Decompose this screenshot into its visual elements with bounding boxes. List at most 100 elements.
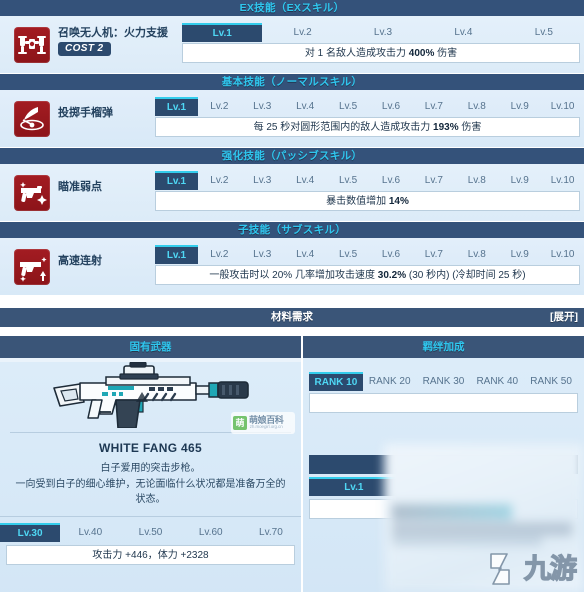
assault-rifle-art: 萌 萌娘百科 zh.moegirl.org.cn (0, 362, 301, 434)
level-tab-normal-lv-6[interactable]: Lv.6 (370, 97, 413, 116)
level-tab-sub-lv-2[interactable]: Lv.2 (198, 245, 241, 264)
bond-rank-tab-rank-50[interactable]: RANK 50 (524, 372, 578, 391)
bond-rank-tab-rank-40[interactable]: RANK 40 (470, 372, 524, 391)
bond-sub-level-tab-lv-1[interactable]: Lv.1 (309, 477, 399, 496)
level-tabs-passive[interactable]: Lv.1 Lv.2 Lv.3 Lv.4 Lv.5 Lv.6 Lv.7 Lv.8 Lv.9 Lv.1… (155, 171, 584, 190)
level-tab-sub-lv-8[interactable]: Lv.8 (455, 245, 498, 264)
skill-description-normal: 每 25 秒对圆形范围内的敌人造成攻击力 193% 伤害 (155, 117, 580, 137)
bond-rank-tabs[interactable]: RANK 10 RANK 20 RANK 30 RANK 40 RANK 50 (309, 372, 578, 391)
jiuyou-watermark: 九游 (485, 552, 578, 586)
skill-name-normal: 投掷手榴弹 (58, 107, 113, 119)
level-tab-passive-lv-7[interactable]: Lv.7 (412, 171, 455, 190)
bond-rank-tab-rank-10[interactable]: RANK 10 (309, 372, 363, 391)
material-requirement-title: 材料需求 (271, 311, 313, 323)
weapon-column-body: 萌 萌娘百科 zh.moegirl.org.cn WHITE FANG 465 … (0, 362, 301, 592)
level-tab-sub-lv-5[interactable]: Lv.5 (327, 245, 370, 264)
skill-description-sub: 一般攻击时以 20% 几率增加攻击速度 30.2% (30 秒内) (冷却时间 … (155, 265, 580, 285)
section-header-sub: 子技能（サブスキル） (0, 222, 584, 238)
level-tabs-ex[interactable]: Lv.1 Lv.2 Lv.3 Lv.4 Lv.5 (182, 23, 584, 42)
skill-row-sub: 高速连射 Lv.1 Lv.2 Lv.3 Lv.4 Lv.5 Lv.6 Lv.7 Lv.8 Lv.… (0, 238, 584, 296)
bond-rank-tab-rank-20[interactable]: RANK 20 (363, 372, 417, 391)
level-tab-sub-lv-9[interactable]: Lv.9 (498, 245, 541, 264)
skill-name-passive: 瞄准弱点 (58, 181, 102, 193)
level-tab-ex-lv-5[interactable]: Lv.5 (504, 23, 584, 42)
bond-rank-description (309, 393, 578, 413)
section-header-passive: 强化技能（パッシブスキル） (0, 148, 584, 164)
weapon-column-header: 固有武器 (0, 336, 301, 358)
skill-row-passive: 瞄准弱点 Lv.1 Lv.2 Lv.3 Lv.4 Lv.5 Lv.6 Lv.7 Lv.8 Lv.… (0, 164, 584, 222)
bond-sub-level-tab-lv-3[interactable]: Lv.3 (488, 477, 578, 496)
weapon-column: 固有武器 萌 萌娘百科 zh.moegirl.org.cn WHITE FANG… (0, 336, 303, 592)
drone-icon (14, 27, 50, 63)
weapon-subtitle: 白子爱用的突击步枪。 (100, 463, 201, 474)
skill-description-ex: 对 1 名敌人造成攻击力 400% 伤害 (182, 43, 580, 63)
grenade-throw-icon (14, 101, 50, 137)
expand-toggle[interactable]: [展开] (550, 308, 578, 327)
jiuyou-logo-icon (490, 553, 510, 585)
moegirl-watermark: 萌 萌娘百科 zh.moegirl.org.cn (231, 412, 295, 434)
level-tabs-normal[interactable]: Lv.1 Lv.2 Lv.3 Lv.4 Lv.5 Lv.6 Lv.7 Lv.8 Lv.9 Lv.1… (155, 97, 584, 116)
level-tab-normal-lv-5[interactable]: Lv.5 (327, 97, 370, 116)
level-tab-passive-lv-4[interactable]: Lv.4 (284, 171, 327, 190)
bond-rank-row: RANK 10 RANK 20 RANK 30 RANK 40 RANK 50 (303, 358, 584, 413)
section-header-normal: 基本技能（ノーマルスキル） (0, 74, 584, 90)
skill-cost-badge: COST 2 (58, 42, 111, 56)
level-tab-normal-lv-2[interactable]: Lv.2 (198, 97, 241, 116)
level-tab-sub-lv-3[interactable]: Lv.3 (241, 245, 284, 264)
level-tab-sub-lv-7[interactable]: Lv.7 (412, 245, 455, 264)
bond-rank-tab-rank-30[interactable]: RANK 30 (417, 372, 471, 391)
level-tab-passive-lv-2[interactable]: Lv.2 (198, 171, 241, 190)
pistol-aim-icon (14, 175, 50, 211)
level-tab-passive-lv-5[interactable]: Lv.5 (327, 171, 370, 190)
weapon-name: WHITE FANG 465 (99, 441, 202, 455)
level-tab-ex-lv-1[interactable]: Lv.1 (182, 23, 263, 42)
material-requirement-bar[interactable]: 材料需求 [展开] (0, 308, 584, 327)
level-tab-sub-lv-10[interactable]: Lv.10 (541, 245, 584, 264)
skill-panel-page: EX技能（EXスキル） 召唤无人机：火力支援 COST 2 Lv.1 Lv.2 … (0, 0, 584, 592)
level-tab-normal-lv-7[interactable]: Lv.7 (412, 97, 455, 116)
level-tabs-sub[interactable]: Lv.1 Lv.2 Lv.3 Lv.4 Lv.5 Lv.6 Lv.7 Lv.8 Lv.9 Lv.1… (155, 245, 584, 264)
jiuyou-text: 九游 (523, 553, 577, 584)
level-tab-normal-lv-3[interactable]: Lv.3 (241, 97, 284, 116)
spacer-2 (0, 327, 584, 336)
level-tab-passive-lv-6[interactable]: Lv.6 (370, 171, 413, 190)
moegirl-url: zh.moegirl.org.cn (249, 424, 283, 430)
weapon-level-tab-lv-70[interactable]: Lv.70 (241, 523, 301, 542)
bond-sub-level-tabs[interactable]: Lv.1 Lv.2 Lv.3 (309, 477, 578, 496)
level-tab-sub-lv-1[interactable]: Lv.1 (155, 245, 198, 264)
weapon-level-tabs[interactable]: Lv.30 Lv.40 Lv.50 Lv.60 Lv.70 (0, 523, 301, 542)
level-tab-ex-lv-4[interactable]: Lv.4 (423, 23, 503, 42)
weapon-description: 一向受到白子的细心维护，无论面临什么状况都是准备万全的状态。 (15, 479, 286, 505)
weapon-level-tab-lv-60[interactable]: Lv.60 (181, 523, 241, 542)
level-tab-passive-lv-9[interactable]: Lv.9 (498, 171, 541, 190)
level-tab-passive-lv-3[interactable]: Lv.3 (241, 171, 284, 190)
weapon-level-tab-lv-30[interactable]: Lv.30 (0, 523, 61, 542)
level-tab-sub-lv-6[interactable]: Lv.6 (370, 245, 413, 264)
level-tab-sub-lv-4[interactable]: Lv.4 (284, 245, 327, 264)
bond-sub-header (309, 455, 578, 474)
weapon-level-tab-lv-40[interactable]: Lv.40 (60, 523, 120, 542)
bond-sub-description (309, 499, 578, 519)
level-tab-normal-lv-4[interactable]: Lv.4 (284, 97, 327, 116)
level-tab-ex-lv-3[interactable]: Lv.3 (343, 23, 423, 42)
level-tab-passive-lv-10[interactable]: Lv.10 (541, 171, 584, 190)
divider-2 (0, 516, 301, 517)
bond-column-header: 羁绊加成 (303, 336, 584, 358)
level-tab-normal-lv-9[interactable]: Lv.9 (498, 97, 541, 116)
level-tab-passive-lv-1[interactable]: Lv.1 (155, 171, 198, 190)
bond-sub-level-tab-lv-2[interactable]: Lv.2 (399, 477, 489, 496)
skill-description-passive: 暴击数值增加 14% (155, 191, 580, 211)
skill-name-sub: 高速连射 (58, 255, 102, 267)
level-tab-normal-lv-10[interactable]: Lv.10 (541, 97, 584, 116)
level-tab-passive-lv-8[interactable]: Lv.8 (455, 171, 498, 190)
moegirl-badge: 萌 (233, 416, 247, 430)
level-tab-normal-lv-1[interactable]: Lv.1 (155, 97, 198, 116)
level-tab-ex-lv-2[interactable]: Lv.2 (262, 23, 342, 42)
skill-row-ex: 召唤无人机：火力支援 COST 2 Lv.1 Lv.2 Lv.3 Lv.4 Lv.5 对… (0, 16, 584, 74)
weapon-level-tab-lv-50[interactable]: Lv.50 (120, 523, 180, 542)
spacer (0, 296, 584, 308)
section-header-ex: EX技能（EXスキル） (0, 0, 584, 16)
skill-name-ex: 召唤无人机：火力支援 (58, 27, 168, 39)
weapon-level-row: Lv.30 Lv.40 Lv.50 Lv.60 Lv.70 (0, 523, 301, 542)
level-tab-normal-lv-8[interactable]: Lv.8 (455, 97, 498, 116)
